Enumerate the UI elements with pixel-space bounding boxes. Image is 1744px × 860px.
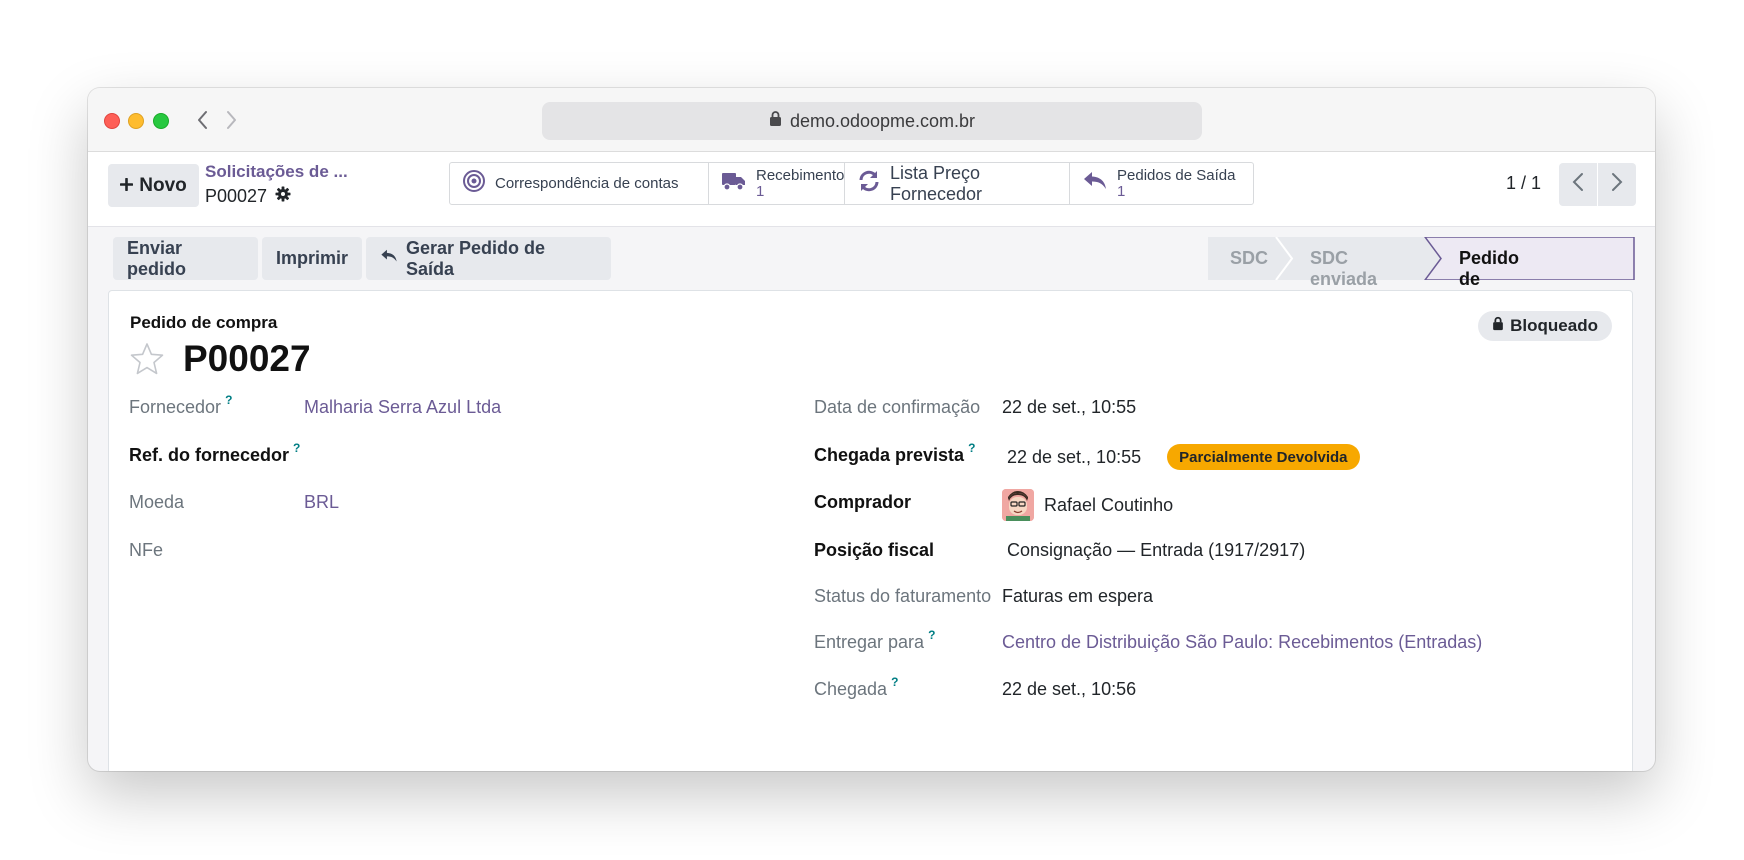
comprador-name: Rafael Coutinho bbox=[1044, 494, 1174, 515]
field-label-status-faturamento: Status do faturamento bbox=[814, 586, 992, 606]
browser-back-icon[interactable] bbox=[193, 108, 213, 132]
generate-return-order-button[interactable]: Gerar Pedido de Saída bbox=[366, 237, 611, 280]
smart-button-lista-preco[interactable]: Lista Preço Fornecedor bbox=[845, 163, 1070, 204]
field-label-nfe: NFe bbox=[129, 540, 164, 560]
smart-button-recebimento[interactable]: Recebimento 1 bbox=[709, 163, 845, 204]
help-tooltip-icon[interactable]: ? bbox=[225, 393, 232, 407]
chevron-left-icon bbox=[1572, 172, 1584, 197]
help-tooltip-icon[interactable]: ? bbox=[928, 628, 935, 642]
send-order-button[interactable]: Enviar pedido bbox=[113, 237, 258, 280]
address-url: demo.odoopme.com.br bbox=[789, 110, 976, 131]
smart-button-count: 1 bbox=[1117, 182, 1126, 200]
stage-sdc-enviada[interactable]: SDC enviada bbox=[1310, 248, 1377, 290]
smart-button-label: Pedidos de Saída bbox=[1117, 166, 1236, 184]
smart-button-correspondencia[interactable]: Correspondência de contas bbox=[450, 163, 709, 204]
pager-next-button[interactable] bbox=[1598, 163, 1636, 206]
smart-button-label: Lista Preço Fornecedor bbox=[890, 162, 983, 204]
pager-previous-button[interactable] bbox=[1559, 163, 1597, 206]
refresh-icon bbox=[857, 169, 881, 198]
help-tooltip-icon[interactable]: ? bbox=[891, 675, 898, 689]
smart-buttons: Correspondência de contas Recebimento 1 … bbox=[449, 162, 1254, 205]
locked-badge: Bloqueado bbox=[1478, 311, 1612, 341]
address-bar[interactable]: demo.odoopme.com.br bbox=[542, 102, 1202, 140]
reply-icon bbox=[1082, 170, 1108, 197]
lock-icon bbox=[1492, 316, 1504, 336]
field-value-entregar-para[interactable]: Centro de Distribuição São Paulo: Recebi… bbox=[1002, 632, 1482, 653]
field-value-moeda[interactable]: BRL bbox=[304, 492, 339, 513]
field-value-posicao-fiscal[interactable]: Consignação — Entrada (1917/2917) bbox=[1007, 540, 1305, 561]
breadcrumb-current: P00027 bbox=[205, 186, 291, 207]
close-window-button[interactable] bbox=[104, 113, 120, 129]
smart-button-label: Correspondência de contas bbox=[495, 175, 679, 192]
field-value-chegada-prevista: 22 de set., 10:55 Parcialmente Devolvida bbox=[1007, 444, 1360, 470]
browser-titlebar: demo.odoopme.com.br bbox=[88, 88, 1655, 152]
avatar bbox=[1002, 489, 1034, 521]
chegada-prevista-date: 22 de set., 10:55 bbox=[1007, 446, 1142, 467]
field-value-comprador[interactable]: Rafael Coutinho bbox=[1002, 489, 1173, 521]
document-name: P00027 bbox=[183, 338, 311, 379]
chevron-right-icon bbox=[1611, 172, 1623, 197]
pager-value[interactable]: 1 / 1 bbox=[1506, 173, 1541, 194]
lock-icon bbox=[769, 110, 782, 132]
control-panel: Novo Solicitações de ... P00027 Correspo… bbox=[88, 152, 1655, 227]
breadcrumb-parent-link[interactable]: Solicitações de ... bbox=[205, 162, 348, 182]
field-value-data-confirmacao: 22 de set., 10:55 bbox=[1002, 397, 1137, 417]
truck-icon bbox=[721, 170, 747, 197]
field-value-fornecedor[interactable]: Malharia Serra Azul Ltda bbox=[304, 397, 501, 418]
stage-sdc[interactable]: SDC bbox=[1230, 248, 1268, 269]
print-button[interactable]: Imprimir bbox=[262, 237, 362, 280]
breadcrumb-current-label: P00027 bbox=[205, 186, 268, 206]
maximize-window-button[interactable] bbox=[153, 113, 169, 129]
field-label-fornecedor: Fornecedor? bbox=[129, 393, 233, 417]
field-label-chegada-prevista: Chegada prevista? bbox=[814, 441, 976, 465]
field-label-entregar-para: Entregar para? bbox=[814, 628, 936, 652]
field-value-chegada: 22 de set., 10:56 bbox=[1002, 679, 1137, 699]
field-value-status-faturamento: Faturas em espera bbox=[1002, 586, 1154, 606]
field-label-data-confirmacao: Data de confirmação bbox=[814, 397, 981, 417]
status-badge: Parcialmente Devolvida bbox=[1167, 444, 1360, 470]
field-label-moeda: Moeda bbox=[129, 492, 185, 512]
smart-button-count: 1 bbox=[756, 182, 765, 200]
smart-button-label: Recebimento bbox=[756, 166, 845, 184]
document-type: Pedido de compra bbox=[130, 313, 278, 332]
help-tooltip-icon[interactable]: ? bbox=[293, 441, 300, 455]
new-button-label: Novo bbox=[139, 174, 187, 196]
field-label-comprador: Comprador bbox=[814, 492, 912, 512]
browser-forward-icon[interactable] bbox=[221, 108, 241, 132]
field-label-ref-fornecedor: Ref. do fornecedor? bbox=[129, 441, 301, 465]
minimize-window-button[interactable] bbox=[128, 113, 144, 129]
locked-badge-label: Bloqueado bbox=[1510, 316, 1598, 335]
plus-icon bbox=[119, 175, 134, 197]
help-tooltip-icon[interactable]: ? bbox=[968, 441, 975, 455]
status-bar-background bbox=[1208, 237, 1635, 280]
generate-return-order-label: Gerar Pedido de Saída bbox=[406, 237, 546, 279]
smart-button-pedidos-saida[interactable]: Pedidos de Saída 1 bbox=[1070, 163, 1253, 204]
star-icon[interactable] bbox=[130, 342, 164, 376]
field-label-chegada: Chegada? bbox=[814, 675, 899, 699]
gear-icon[interactable] bbox=[275, 186, 291, 207]
bullseye-icon bbox=[462, 169, 486, 198]
field-label-posicao-fiscal: Posição fiscal bbox=[814, 540, 935, 560]
reply-icon bbox=[380, 248, 398, 269]
browser-window: demo.odoopme.com.br Novo Solicitações de… bbox=[88, 88, 1655, 771]
form-sheet: Pedido de compra P00027 Bloqueado Fornec… bbox=[108, 290, 1633, 771]
new-button[interactable]: Novo bbox=[108, 164, 199, 207]
